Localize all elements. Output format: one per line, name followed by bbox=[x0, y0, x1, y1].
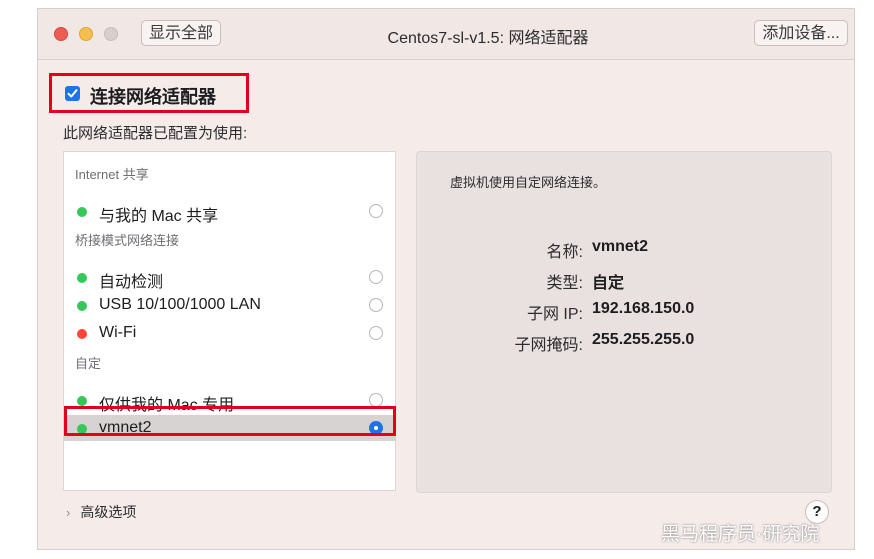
radio-button[interactable] bbox=[369, 270, 383, 284]
radio-button[interactable] bbox=[369, 204, 383, 218]
radio-button-selected[interactable] bbox=[369, 421, 383, 435]
list-item-label: 与我的 Mac 共享 bbox=[99, 208, 219, 225]
preferences-window: 显示全部 Centos7-sl-v1.5: 网络适配器 添加设备... 连接网络… bbox=[37, 8, 855, 550]
close-window-icon[interactable] bbox=[54, 27, 68, 41]
connect-checkbox[interactable] bbox=[65, 86, 80, 101]
subnet-value: 192.168.150.0 bbox=[592, 300, 695, 317]
detail-mask-row: 子网掩码: 255.255.255.0 bbox=[417, 331, 833, 355]
detail-panel: 虚拟机使用自定网络连接。 名称: vmnet2 类型: 自定 子网 IP: 19… bbox=[416, 151, 832, 493]
list-item-mac-only[interactable]: 仅供我的 Mac 专用 bbox=[64, 387, 395, 414]
status-dot-icon bbox=[77, 207, 87, 217]
checkmark-icon bbox=[67, 89, 78, 98]
section-header-bridged: 桥接模式网络连接 bbox=[75, 233, 180, 248]
detail-name-row: 名称: vmnet2 bbox=[417, 238, 833, 262]
list-item-label: 自动检测 bbox=[99, 274, 164, 291]
section-header-internet-sharing: Internet 共享 bbox=[75, 167, 149, 182]
list-item-label: Wi-Fi bbox=[99, 324, 137, 341]
list-item-usb-lan[interactable]: USB 10/100/1000 LAN bbox=[64, 292, 395, 318]
connect-adapter-row[interactable]: 连接网络适配器 bbox=[49, 73, 249, 113]
mask-key: 子网掩码: bbox=[514, 337, 583, 354]
advanced-options-disclosure[interactable]: › 高级选项 bbox=[66, 502, 136, 522]
name-key: 名称: bbox=[546, 244, 583, 261]
detail-description: 虚拟机使用自定网络连接。 bbox=[450, 175, 607, 190]
status-dot-icon bbox=[77, 396, 87, 406]
status-dot-icon bbox=[77, 301, 87, 311]
list-item-share-with-mac[interactable]: 与我的 Mac 共享 bbox=[64, 198, 395, 225]
network-source-list: Internet 共享 与我的 Mac 共享 桥接模式网络连接 自动检测 USB… bbox=[63, 151, 396, 491]
show-all-button[interactable]: 显示全部 bbox=[141, 20, 221, 46]
chevron-right-icon: › bbox=[66, 505, 71, 520]
mask-value: 255.255.255.0 bbox=[592, 331, 695, 348]
list-item-label: USB 10/100/1000 LAN bbox=[99, 296, 261, 313]
list-item-autodetect[interactable]: 自动检测 bbox=[64, 264, 395, 291]
zoom-window-icon[interactable] bbox=[104, 27, 118, 41]
minimize-window-icon[interactable] bbox=[79, 27, 93, 41]
radio-button[interactable] bbox=[369, 326, 383, 340]
watermark-text: 黑马程序员·研究院 bbox=[661, 524, 820, 545]
advanced-options-label: 高级选项 bbox=[80, 504, 137, 520]
type-key: 类型: bbox=[546, 275, 583, 292]
config-label: 此网络适配器已配置为使用: bbox=[63, 125, 248, 142]
status-dot-icon bbox=[77, 329, 87, 339]
title-bar: 显示全部 Centos7-sl-v1.5: 网络适配器 添加设备... bbox=[38, 9, 854, 60]
radio-button[interactable] bbox=[369, 393, 383, 407]
list-item-label: 仅供我的 Mac 专用 bbox=[99, 397, 235, 414]
window-title: Centos7-sl-v1.5: 网络适配器 bbox=[387, 30, 589, 47]
type-value: 自定 bbox=[592, 275, 625, 292]
status-dot-icon bbox=[77, 273, 87, 283]
status-dot-icon bbox=[77, 424, 87, 434]
section-header-custom: 自定 bbox=[75, 356, 102, 371]
connect-label: 连接网络适配器 bbox=[90, 87, 216, 107]
name-value: vmnet2 bbox=[592, 238, 649, 255]
list-item-wifi[interactable]: Wi-Fi bbox=[64, 320, 395, 346]
list-item-vmnet2[interactable]: vmnet2 bbox=[64, 415, 395, 441]
detail-type-row: 类型: 自定 bbox=[417, 269, 833, 293]
list-item-label: vmnet2 bbox=[99, 419, 152, 436]
subnet-key: 子网 IP: bbox=[526, 306, 583, 323]
radio-button[interactable] bbox=[369, 298, 383, 312]
detail-subnet-row: 子网 IP: 192.168.150.0 bbox=[417, 300, 833, 324]
add-device-button[interactable]: 添加设备... bbox=[754, 20, 848, 46]
